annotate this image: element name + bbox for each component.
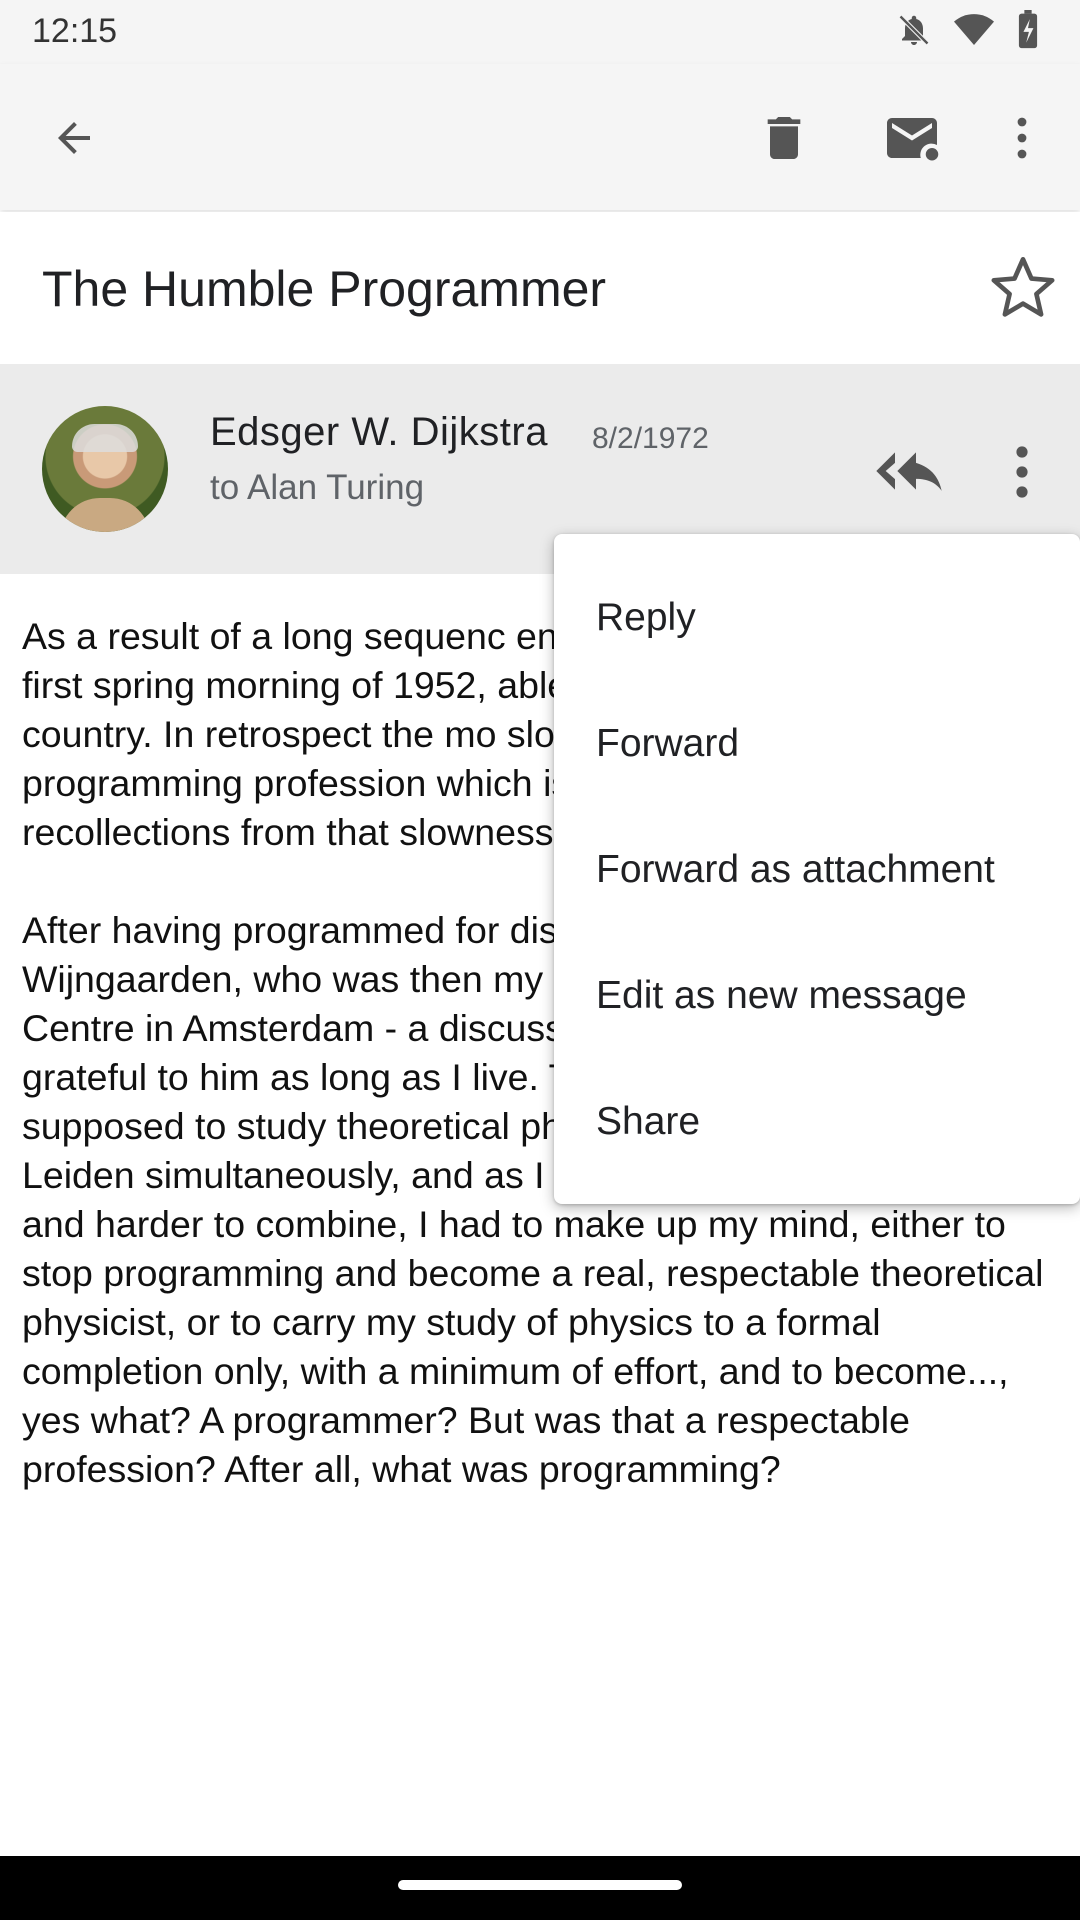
delete-button[interactable] — [744, 98, 824, 178]
menu-item-share[interactable]: Share — [596, 1100, 700, 1144]
menu-item-reply[interactable]: Reply — [596, 596, 696, 640]
notifications-off-icon — [898, 14, 930, 46]
wifi-icon — [954, 14, 994, 45]
menu-item-edit-as-new[interactable]: Edit as new message — [596, 974, 967, 1018]
star-icon[interactable] — [988, 252, 1058, 322]
sender-name: Edsger W. Dijkstra — [210, 410, 548, 454]
recipient-line: to Alan Turing — [210, 468, 425, 507]
avatar[interactable] — [42, 406, 168, 532]
battery-charging-icon — [1018, 10, 1038, 49]
status-bar: 12:15 — [0, 0, 1080, 64]
message-actions-menu: Reply Forward Forward as attachment Edit… — [554, 534, 1080, 1204]
app-bar — [0, 64, 1080, 210]
status-time: 12:15 — [32, 12, 118, 50]
back-button[interactable] — [34, 98, 114, 178]
email-subject: The Humble Programmer — [42, 261, 607, 317]
home-gesture-handle[interactable] — [398, 1880, 682, 1890]
overflow-menu-button[interactable] — [982, 98, 1062, 178]
email-date: 8/2/1972 — [592, 422, 709, 455]
mail-unread-icon — [887, 118, 939, 161]
arrow-back-icon — [58, 122, 90, 154]
status-icons — [896, 10, 1040, 50]
message-more-icon[interactable] — [1002, 444, 1042, 500]
menu-item-forward[interactable]: Forward — [596, 722, 739, 766]
reply-all-icon[interactable] — [874, 446, 944, 496]
subject-row: The Humble Programmer — [0, 212, 1080, 364]
menu-item-forward-as-attachment[interactable]: Forward as attachment — [596, 848, 995, 892]
avatar-hair — [72, 424, 138, 452]
more-vert-icon — [1017, 117, 1027, 159]
trash-icon — [767, 117, 801, 159]
mark-unread-button[interactable] — [872, 98, 952, 178]
avatar-shirt — [60, 498, 150, 532]
